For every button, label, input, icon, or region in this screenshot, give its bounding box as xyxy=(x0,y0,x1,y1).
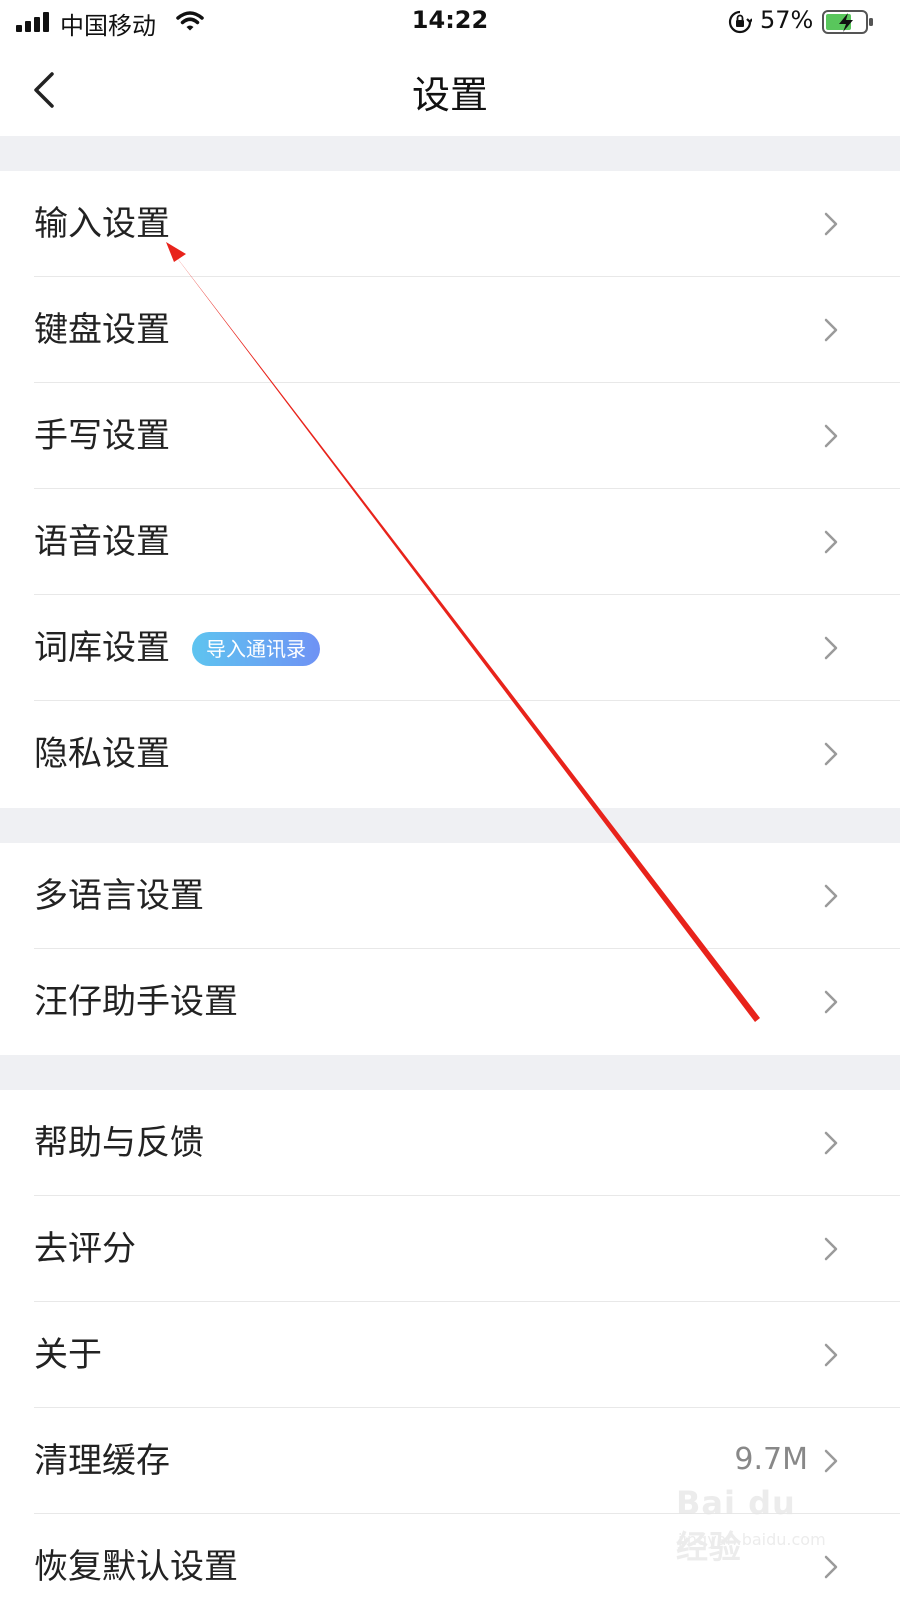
row-label: 输入设置 xyxy=(34,204,170,244)
baidu-watermark: Bai du 经验 jingyan.baidu.com xyxy=(676,1484,836,1566)
chevron-right-icon xyxy=(824,530,838,554)
import-contacts-badge[interactable]: 导入通讯录 xyxy=(192,632,320,666)
chevron-right-icon xyxy=(824,1449,838,1473)
chevron-right-icon xyxy=(824,212,838,236)
row-label: 清理缓存 xyxy=(34,1441,170,1481)
row-label: 隐私设置 xyxy=(34,734,170,774)
row-label: 手写设置 xyxy=(34,416,170,456)
nav-bar: 设置 xyxy=(0,44,900,136)
handwriting-settings-item[interactable]: 手写设置 xyxy=(0,383,900,489)
settings-group-language: 多语言设置 汪仔助手设置 xyxy=(0,843,900,1055)
group-separator xyxy=(0,136,900,171)
chevron-right-icon xyxy=(824,1237,838,1261)
input-settings-item[interactable]: 输入设置 xyxy=(0,171,900,277)
privacy-settings-item[interactable]: 隐私设置 xyxy=(0,701,900,807)
orientation-lock-icon xyxy=(728,10,752,34)
chevron-right-icon xyxy=(824,636,838,660)
row-label: 汪仔助手设置 xyxy=(34,982,238,1022)
cache-size-value: 9.7M xyxy=(734,1442,808,1477)
group-separator xyxy=(0,808,900,843)
chevron-right-icon xyxy=(824,424,838,448)
row-label: 恢复默认设置 xyxy=(34,1547,238,1587)
row-label: 多语言设置 xyxy=(34,876,204,916)
voice-settings-item[interactable]: 语音设置 xyxy=(0,489,900,595)
row-label: 去评分 xyxy=(34,1229,136,1269)
group-separator xyxy=(0,1055,900,1090)
page-title: 设置 xyxy=(411,73,488,117)
chevron-right-icon xyxy=(824,990,838,1014)
chevron-right-icon xyxy=(824,742,838,766)
row-label: 词库设置 xyxy=(34,628,170,668)
watermark-main: Bai du 经验 xyxy=(676,1484,796,1566)
watermark-url: jingyan.baidu.com xyxy=(678,1530,826,1549)
row-label: 帮助与反馈 xyxy=(34,1123,204,1163)
status-bar: 中国移动 14:22 57% xyxy=(0,0,900,44)
chevron-right-icon xyxy=(824,1343,838,1367)
chevron-right-icon xyxy=(824,884,838,908)
dictionary-settings-item[interactable]: 词库设置 导入通讯录 xyxy=(0,595,900,701)
row-label: 关于 xyxy=(34,1335,102,1375)
assistant-settings-item[interactable]: 汪仔助手设置 xyxy=(0,949,900,1055)
keyboard-settings-item[interactable]: 键盘设置 xyxy=(0,277,900,383)
multilanguage-settings-item[interactable]: 多语言设置 xyxy=(0,843,900,949)
about-item[interactable]: 关于 xyxy=(0,1302,900,1408)
settings-group-input: 输入设置 键盘设置 手写设置 语音设置 词库设置 导入通讯录 隐私设置 xyxy=(0,171,900,807)
battery-percent: 57% xyxy=(760,6,814,34)
chevron-right-icon xyxy=(824,318,838,342)
row-label: 键盘设置 xyxy=(34,310,170,350)
rate-app-item[interactable]: 去评分 xyxy=(0,1196,900,1302)
row-label: 语音设置 xyxy=(34,522,170,562)
battery-charging-icon xyxy=(822,10,873,34)
chevron-right-icon xyxy=(824,1131,838,1155)
help-feedback-item[interactable]: 帮助与反馈 xyxy=(0,1090,900,1196)
